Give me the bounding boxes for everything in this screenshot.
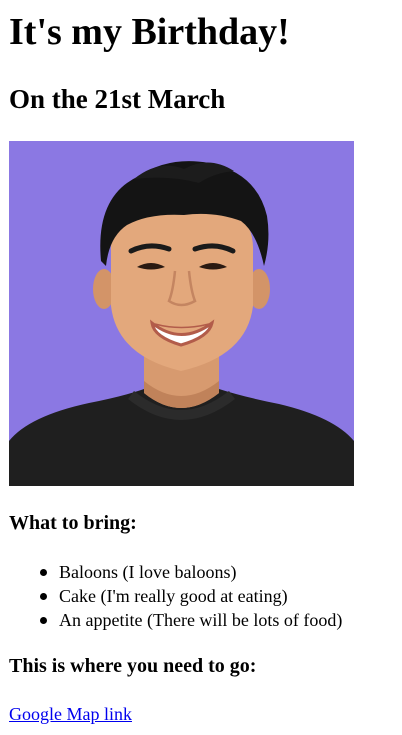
list-item-text: Baloons (I love baloons) (59, 562, 237, 582)
list-item-text: Cake (I'm really good at eating) (59, 586, 288, 606)
list-item: Baloons (I love baloons) (40, 560, 342, 584)
bring-list: Baloons (I love baloons) Cake (I'm reall… (9, 560, 342, 632)
bullet-icon (40, 593, 47, 600)
list-item-text: An appetite (There will be lots of food) (59, 610, 343, 630)
bullet-icon (40, 617, 47, 624)
portrait-photo (9, 141, 354, 486)
portrait-illustration (9, 141, 354, 486)
page-title: It's my Birthday! (9, 11, 290, 53)
list-item: An appetite (There will be lots of food) (40, 608, 343, 632)
page-subtitle: On the 21st March (9, 84, 226, 114)
google-map-link[interactable]: Google Map link (9, 702, 132, 726)
what-to-bring-heading: What to bring: (9, 512, 137, 534)
bullet-icon (40, 569, 47, 576)
where-to-go-heading: This is where you need to go: (9, 655, 257, 677)
list-item: Cake (I'm really good at eating) (40, 584, 342, 608)
